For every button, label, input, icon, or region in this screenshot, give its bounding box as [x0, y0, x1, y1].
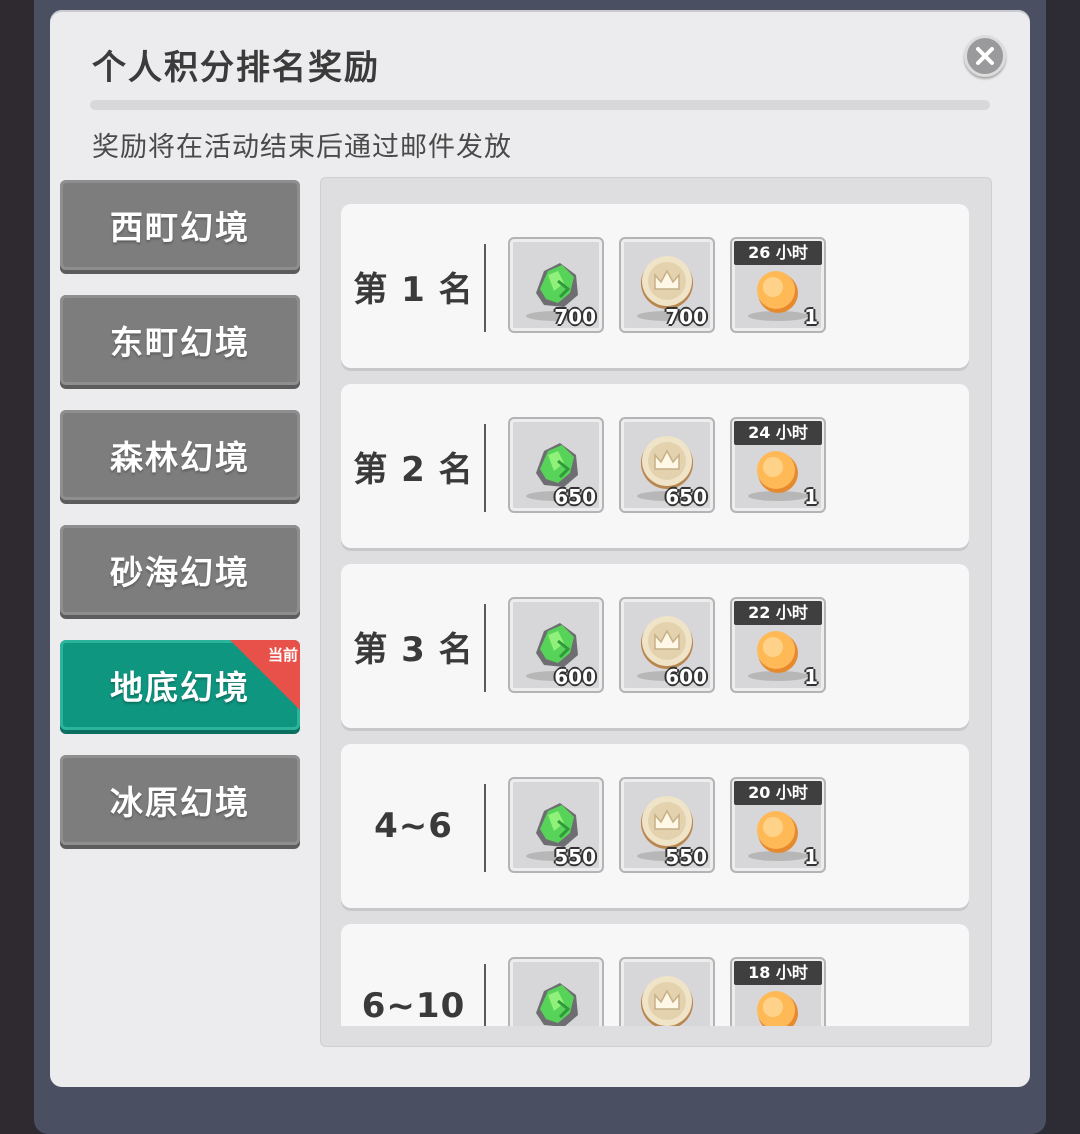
dialog-subtitle: 奖励将在活动结束后通过邮件发放 [92, 132, 512, 163]
item-quantity: 600 [554, 665, 596, 689]
reward-item[interactable]: 550 [508, 777, 604, 873]
reward-item[interactable]: 26 小时 1 [730, 237, 826, 333]
reward-item[interactable]: 700 [508, 237, 604, 333]
duration-tag: 18 小时 [734, 961, 822, 985]
item-quantity: 550 [665, 845, 707, 869]
background-right [1044, 0, 1080, 1134]
reward-item[interactable]: 500 [508, 957, 604, 1026]
sidebar-item-west[interactable]: 西町幻境 [60, 180, 300, 270]
rank-separator [484, 604, 486, 692]
dialog-title: 个人积分排名奖励 [92, 48, 380, 88]
sidebar-item-underground[interactable]: 地底幻境 当前 [60, 640, 300, 730]
rank-label: 4~6 [374, 806, 453, 846]
reward-list-viewport: 第 1 名 700 700 26 小时 1 第 2 名 650 650 24 小时 1 第 3 名 6… [321, 178, 991, 1026]
reward-item[interactable]: 550 [619, 777, 715, 873]
current-badge-label: 当前 [267, 646, 298, 664]
sidebar-item-label: 西町幻境 [110, 208, 250, 247]
rank-label: 第 1 名 [353, 269, 474, 310]
rank-label: 第 2 名 [353, 449, 474, 490]
item-quantity: 650 [665, 485, 707, 509]
item-quantity: 600 [665, 665, 707, 689]
sidebar-item-label: 东町幻境 [110, 323, 250, 362]
reward-dialog: 个人积分排名奖励 奖励将在活动结束后通过邮件发放 西町幻境 东町幻境 森林幻境 … [50, 10, 1030, 1087]
reward-item[interactable]: 18 小时 1 [730, 957, 826, 1026]
reward-row: 第 1 名 700 700 26 小时 1 [341, 204, 969, 368]
duration-tag: 24 小时 [734, 421, 822, 445]
sidebar-item-label: 冰原幻境 [110, 783, 250, 822]
reward-item[interactable]: 20 小时 1 [730, 777, 826, 873]
reward-row: 4~6 550 550 20 小时 1 [341, 744, 969, 908]
close-icon [976, 47, 994, 65]
item-quantity: 500 [554, 1025, 596, 1026]
reward-item[interactable]: 700 [619, 237, 715, 333]
current-badge: 当前 [230, 640, 300, 710]
item-quantity: 1 [804, 665, 818, 689]
reward-list[interactable]: 第 1 名 700 700 26 小时 1 第 2 名 650 650 24 小时 1 第 3 名 6… [320, 177, 992, 1047]
rank-separator [484, 244, 486, 332]
reward-item[interactable]: 650 [508, 417, 604, 513]
rank-separator [484, 784, 486, 872]
sidebar-item-label: 森林幻境 [110, 438, 250, 477]
duration-tag: 26 小时 [734, 241, 822, 265]
sidebar-item-east[interactable]: 东町幻境 [60, 295, 300, 385]
region-sidebar: 西町幻境 东町幻境 森林幻境 砂海幻境 地底幻境 当前 冰原幻境 [60, 180, 304, 870]
reward-item[interactable]: 24 小时 1 [730, 417, 826, 513]
title-divider [90, 100, 990, 110]
sidebar-item-forest[interactable]: 森林幻境 [60, 410, 300, 500]
duration-tag: 20 小时 [734, 781, 822, 805]
item-quantity: 1 [804, 485, 818, 509]
reward-item[interactable]: 500 [619, 957, 715, 1026]
reward-item[interactable]: 600 [508, 597, 604, 693]
rank-separator [484, 424, 486, 512]
duration-tag: 22 小时 [734, 601, 822, 625]
sidebar-item-label: 砂海幻境 [110, 553, 250, 592]
item-quantity: 700 [665, 305, 707, 329]
reward-item[interactable]: 22 小时 1 [730, 597, 826, 693]
item-quantity: 1 [804, 305, 818, 329]
item-quantity: 1 [804, 1025, 818, 1026]
sidebar-item-sand-sea[interactable]: 砂海幻境 [60, 525, 300, 615]
close-button[interactable] [964, 35, 1006, 77]
sidebar-item-label: 地底幻境 [110, 668, 250, 707]
rank-label: 6~10 [361, 986, 466, 1026]
rank-separator [484, 964, 486, 1026]
reward-item[interactable]: 650 [619, 417, 715, 513]
rank-label: 第 3 名 [353, 629, 474, 670]
reward-row: 6~10 500 500 18 小时 1 [341, 924, 969, 1026]
reward-row: 第 2 名 650 650 24 小时 1 [341, 384, 969, 548]
item-quantity: 500 [665, 1025, 707, 1026]
reward-item[interactable]: 600 [619, 597, 715, 693]
item-quantity: 550 [554, 845, 596, 869]
item-quantity: 700 [554, 305, 596, 329]
item-quantity: 1 [804, 845, 818, 869]
sidebar-item-ice-field[interactable]: 冰原幻境 [60, 755, 300, 845]
reward-row: 第 3 名 600 600 22 小时 1 [341, 564, 969, 728]
item-quantity: 650 [554, 485, 596, 509]
